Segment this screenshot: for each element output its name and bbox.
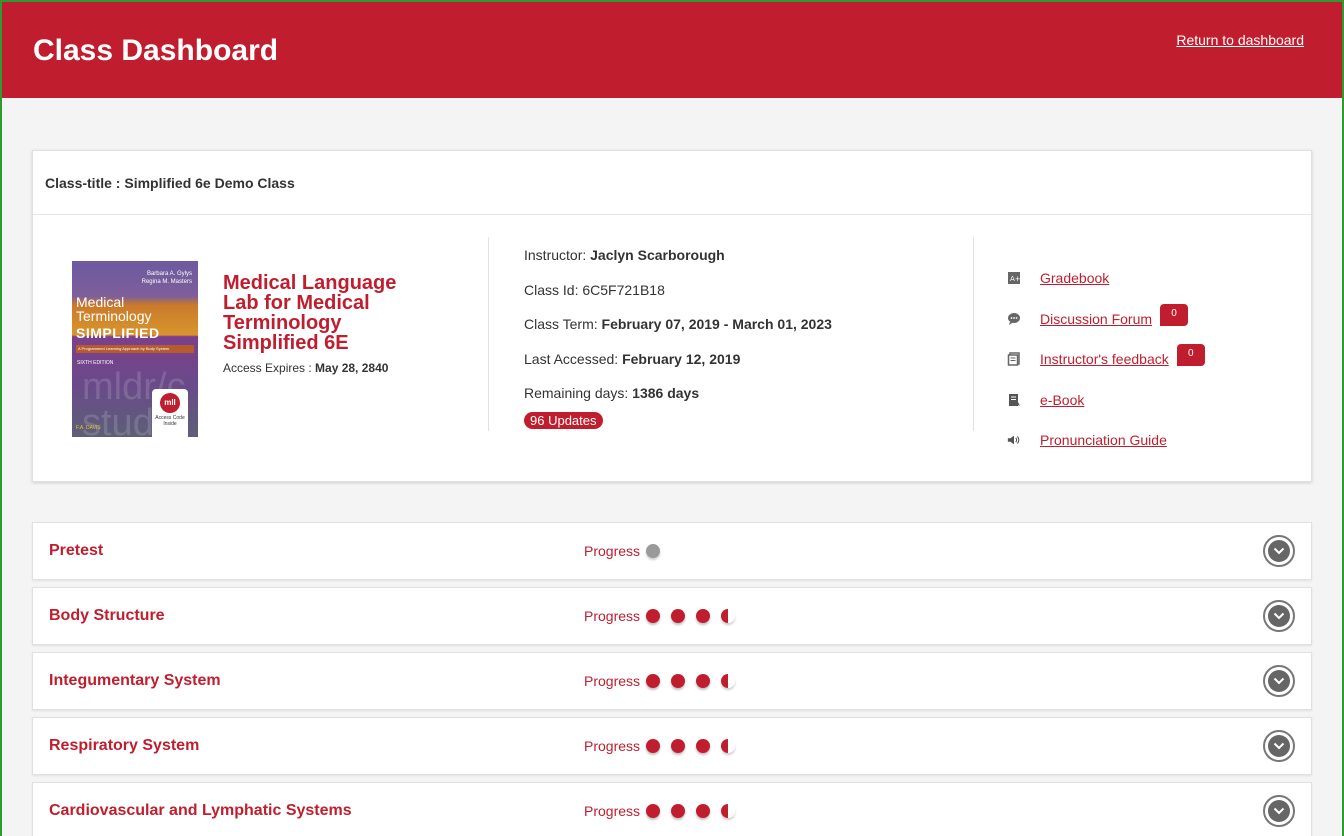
- book-icon: [1007, 393, 1021, 407]
- book-info: Medical Language Lab for Medical Termino…: [198, 261, 423, 481]
- progress-half-dot-icon: [721, 739, 736, 753]
- progress-dot-icon: [696, 609, 711, 623]
- progress-half-dot-icon: [721, 609, 736, 623]
- book-cover-badge: mll Access Code Inside: [152, 389, 188, 437]
- expand-button[interactable]: [1263, 730, 1295, 762]
- progress-indicator: Progress: [584, 738, 746, 754]
- chevron-down-icon: [1268, 670, 1290, 692]
- instructor: Instructor: Jaclyn Scarborough: [524, 247, 725, 263]
- ebook-row: e-Book: [1007, 380, 1205, 421]
- book-section: Barbara A. Gylys Regina M. Masters Medic…: [33, 215, 488, 481]
- book-cover-publisher: F.A. DAVIS: [76, 425, 101, 431]
- header: Class Dashboard Return to dashboard: [2, 2, 1342, 98]
- svg-text:A+: A+: [1010, 275, 1021, 283]
- module-name[interactable]: Cardiovascular and Lymphatic Systems: [33, 802, 584, 820]
- module-row[interactable]: Respiratory System Progress: [32, 717, 1312, 775]
- speaker-icon: [1007, 433, 1021, 447]
- discussion-count-badge: 0: [1160, 303, 1189, 326]
- progress-dot-icon: [646, 804, 661, 818]
- module-row[interactable]: Cardiovascular and Lymphatic Systems Pro…: [32, 782, 1312, 836]
- progress-indicator: Progress: [584, 673, 746, 689]
- expand-button[interactable]: [1263, 665, 1295, 697]
- ebook-link[interactable]: e-Book: [1040, 392, 1084, 408]
- progress-dot-icon: [646, 674, 661, 688]
- progress-dot-icon: [671, 739, 686, 753]
- gradebook-icon: A+: [1007, 271, 1021, 285]
- book-cover-authors: Barbara A. Gylys Regina M. Masters: [141, 271, 192, 285]
- return-to-dashboard-link[interactable]: Return to dashboard: [1176, 32, 1304, 48]
- expand-button[interactable]: [1263, 600, 1295, 632]
- progress-dot-icon: [671, 609, 686, 623]
- gradebook-row: A+ Gradebook: [1007, 258, 1205, 299]
- class-title: Class-title : Simplified 6e Demo Class: [33, 151, 1311, 215]
- book-cover-image: Barbara A. Gylys Regina M. Masters Medic…: [72, 261, 198, 437]
- progress-dot-icon: [646, 609, 661, 623]
- progress-dot-icon: [671, 804, 686, 818]
- module-name[interactable]: Pretest: [33, 542, 584, 560]
- module-row[interactable]: Pretest Progress: [32, 522, 1312, 580]
- last-accessed: Last Accessed: February 12, 2019: [524, 350, 741, 367]
- class-card: Class-title : Simplified 6e Demo Class B…: [32, 150, 1312, 482]
- progress-label: Progress: [584, 608, 641, 624]
- updates-badge[interactable]: 96 Updates: [524, 411, 603, 429]
- expand-button[interactable]: [1263, 535, 1295, 567]
- progress-dot-icon: [696, 804, 711, 818]
- feedback-count-badge: 0: [1176, 344, 1205, 367]
- mll-logo-icon: mll: [160, 393, 180, 413]
- class-term: Class Term: February 07, 2019 - March 01…: [524, 316, 832, 332]
- progress-half-dot-icon: [721, 804, 736, 818]
- class-links: A+ Gradebook Discussion Forum 0 Instruct…: [974, 215, 1205, 481]
- feedback-icon: [1007, 352, 1021, 366]
- chevron-down-icon: [1268, 605, 1290, 627]
- access-expires: Access Expires : May 28, 2840: [223, 361, 389, 375]
- pronunciation-guide-row: Pronunciation Guide: [1007, 420, 1205, 461]
- progress-dot-icon: [646, 739, 661, 753]
- module-row[interactable]: Integumentary System Progress: [32, 652, 1312, 710]
- discussion-forum-link[interactable]: Discussion Forum: [1040, 311, 1152, 327]
- discussion-forum-row: Discussion Forum 0: [1007, 299, 1205, 340]
- page-title: Class Dashboard: [33, 34, 279, 67]
- module-name[interactable]: Respiratory System: [33, 737, 584, 755]
- module-row[interactable]: Body Structure Progress: [32, 587, 1312, 645]
- progress-dot-icon: [696, 674, 711, 688]
- chevron-down-icon: [1268, 800, 1290, 822]
- instructor-feedback-link[interactable]: Instructor's feedback: [1040, 351, 1169, 367]
- progress-label: Progress: [584, 673, 641, 689]
- module-name[interactable]: Body Structure: [33, 607, 584, 625]
- pronunciation-guide-link[interactable]: Pronunciation Guide: [1040, 432, 1167, 448]
- progress-indicator: Progress: [584, 543, 671, 559]
- progress-half-dot-icon: [721, 674, 736, 688]
- class-info: Instructor: Jaclyn Scarborough Class Id:…: [489, 215, 973, 481]
- book-cover-title-bold: SIMPLIFIED: [76, 325, 160, 341]
- progress-indicator: Progress: [584, 803, 746, 819]
- chat-icon: [1007, 312, 1021, 326]
- progress-label: Progress: [584, 738, 641, 754]
- progress-dot-icon: [646, 544, 661, 558]
- book-cover-subtitle: A Programmed Learning Approach by Body S…: [76, 345, 194, 353]
- gradebook-link[interactable]: Gradebook: [1040, 270, 1109, 286]
- progress-dot-icon: [671, 674, 686, 688]
- class-id: Class Id: 6C5F721B18: [524, 281, 665, 298]
- chevron-down-icon: [1268, 540, 1290, 562]
- expand-button[interactable]: [1263, 795, 1295, 827]
- progress-dot-icon: [696, 739, 711, 753]
- class-details: Barbara A. Gylys Regina M. Masters Medic…: [33, 215, 1311, 481]
- progress-label: Progress: [584, 543, 641, 559]
- main-content: Class-title : Simplified 6e Demo Class B…: [2, 98, 1342, 836]
- module-list: Pretest Progress Body Structure Progress: [32, 522, 1312, 836]
- module-name[interactable]: Integumentary System: [33, 672, 584, 690]
- chevron-down-icon: [1268, 735, 1290, 757]
- progress-indicator: Progress: [584, 608, 746, 624]
- progress-label: Progress: [584, 803, 641, 819]
- book-cover-title: Medical Terminology: [76, 294, 152, 324]
- book-name: Medical Language Lab for Medical Termino…: [223, 272, 397, 354]
- app-frame: Class Dashboard Return to dashboard Clas…: [0, 0, 1344, 836]
- instructor-feedback-row: Instructor's feedback 0: [1007, 339, 1205, 380]
